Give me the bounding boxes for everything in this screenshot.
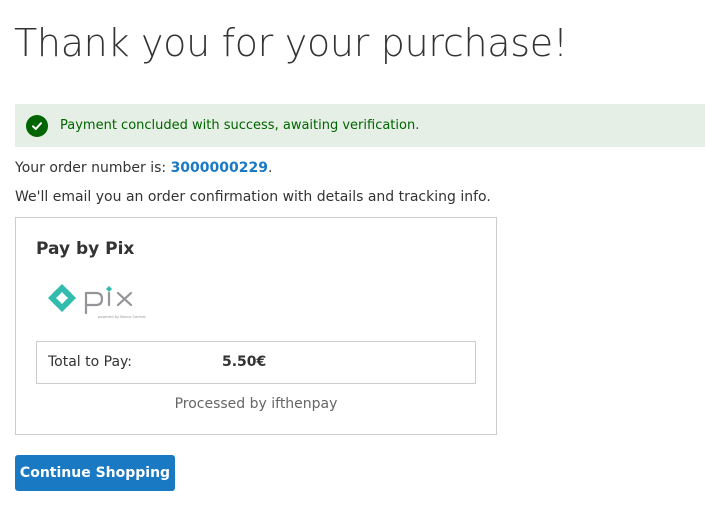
- page-title: Thank you for your purchase!: [14, 21, 568, 65]
- check-circle-icon: [26, 114, 48, 137]
- continue-shopping-button[interactable]: Continue Shopping: [15, 455, 175, 491]
- order-number-line: Your order number is: 3000000229.: [15, 158, 272, 178]
- email-notice: We'll email you an order confirmation wi…: [15, 189, 491, 205]
- pix-payment-box: Pay by Pix powered by Banco Central Tota…: [15, 217, 497, 435]
- order-number-suffix: .: [267, 160, 273, 176]
- payment-method-title: Pay by Pix: [36, 239, 135, 259]
- success-message-text: Payment concluded with success, awaiting…: [60, 118, 420, 133]
- pix-tagline: powered by Banco Central: [98, 315, 146, 319]
- pix-logo: powered by Banco Central: [38, 274, 153, 322]
- total-label: Total to Pay:: [48, 354, 133, 370]
- total-to-pay-row: Total to Pay: 5.50€: [36, 341, 476, 384]
- success-message: Payment concluded with success, awaiting…: [15, 104, 705, 147]
- processed-by-text: Processed by ifthenpay: [174, 396, 338, 412]
- order-number-link[interactable]: 3000000229: [171, 160, 268, 176]
- order-number-prefix: Your order number is:: [15, 160, 171, 176]
- total-value: 5.50€: [222, 354, 267, 370]
- pix-logo-icon: powered by Banco Central: [48, 284, 146, 319]
